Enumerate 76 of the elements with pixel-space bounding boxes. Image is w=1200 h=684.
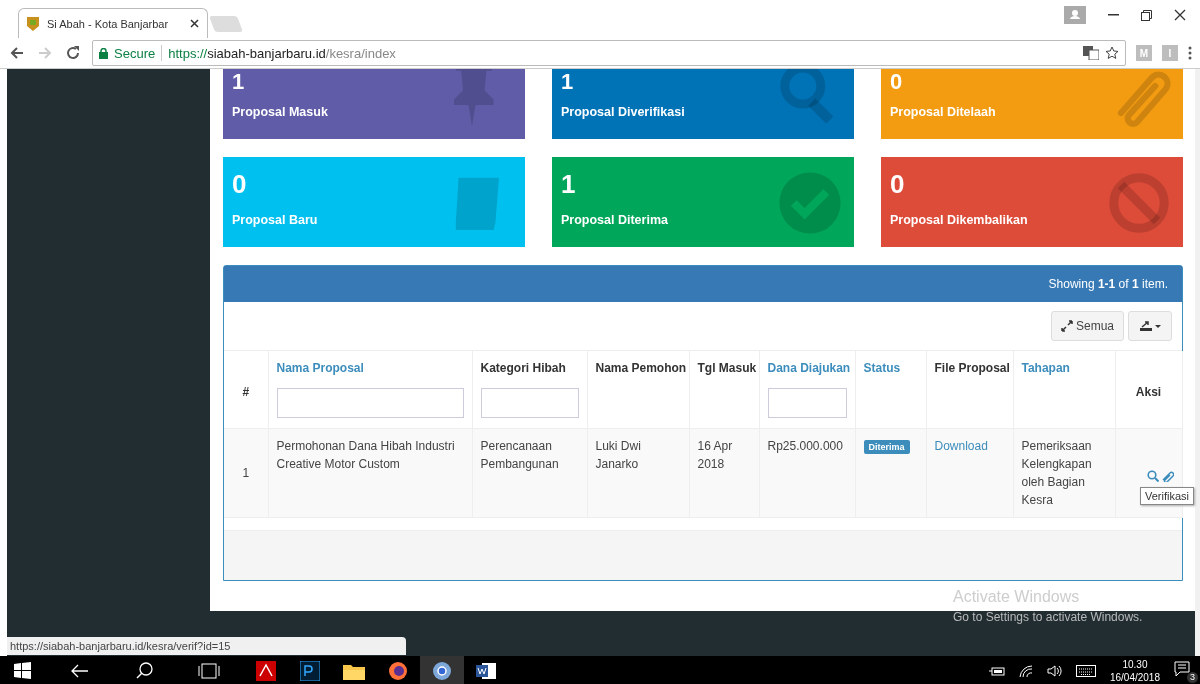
column-header: Nama Pemohon	[595, 361, 687, 375]
filter-field[interactable]	[276, 388, 464, 418]
close-icon[interactable]	[1174, 9, 1186, 21]
column-header: File Proposal	[934, 361, 1010, 375]
extension-button[interactable]: I	[1162, 45, 1178, 61]
column-header[interactable]: Status	[863, 361, 901, 375]
tile-count: 0	[890, 169, 905, 200]
clock-time: 10.30	[1121, 657, 1149, 671]
table-cell: Pemeriksaan Kelengkapan oleh Bagian Kesra	[1021, 439, 1092, 507]
word-icon[interactable]	[476, 660, 496, 681]
tile-count: 1	[561, 69, 574, 95]
taskbar-app[interactable]	[420, 656, 464, 684]
tile-label: Proposal Diterima	[561, 213, 668, 227]
expand-icon	[1060, 320, 1073, 332]
table-cell: 16 Apr 2018	[697, 439, 733, 471]
paperclip-icon[interactable]	[1160, 470, 1174, 482]
tile-label: Proposal Masuk	[232, 105, 328, 119]
close-icon[interactable]	[190, 19, 199, 28]
table-cell: Perencanaan Pembangunan	[480, 439, 559, 471]
tile-label: Proposal Diverifikasi	[561, 105, 685, 119]
extension-button[interactable]: M	[1136, 45, 1152, 61]
minimize-icon[interactable]	[1108, 14, 1119, 16]
photoshop-icon[interactable]	[300, 660, 320, 681]
status-url: https://siabah-banjarbaru.id/kesra/verif?id=15	[7, 637, 406, 655]
tile-count: 1	[561, 169, 576, 200]
tile-count: 0	[890, 69, 903, 95]
battery-icon	[988, 665, 1005, 676]
secure-label: Secure	[114, 45, 156, 61]
volume-icon	[1046, 664, 1062, 677]
column-header: #	[242, 384, 250, 399]
export-icon	[1138, 320, 1162, 332]
search-icon[interactable]	[135, 662, 153, 679]
restore-icon[interactable]	[1141, 9, 1152, 21]
clock-date: 16/04/2018	[1109, 670, 1160, 684]
row-number: 1	[242, 466, 250, 480]
chrome-icon[interactable]	[432, 660, 452, 681]
column-header: Kategori Hibah	[480, 361, 566, 375]
back-arrow-icon[interactable]	[70, 663, 88, 678]
notification-count: 3	[1187, 671, 1198, 683]
url-text: https://siabah-banjarbaru.id/kesra/index	[168, 45, 397, 61]
filter-field[interactable]	[480, 388, 579, 418]
column-header[interactable]: Dana Diajukan	[767, 361, 851, 375]
column-header: Tgl Masuk	[697, 361, 757, 375]
menu-icon[interactable]	[1188, 46, 1192, 60]
browser-tab[interactable]: Si Abah - Kota Banjarbar	[18, 8, 208, 38]
status-badge: Diterima	[863, 440, 910, 454]
column-header: Aksi	[1135, 384, 1162, 399]
tile-label: Proposal Baru	[232, 213, 318, 227]
download-link[interactable]: Download	[934, 439, 988, 453]
pdf-app-icon[interactable]	[256, 660, 276, 681]
column-header[interactable]: Nama Proposal	[276, 361, 364, 375]
table-cell: Permohonan Dana Hibah Industri Creative Motor Custom	[276, 439, 455, 471]
windows-start-icon[interactable]	[13, 662, 31, 679]
tile-count: 1	[232, 69, 245, 95]
crest-icon	[27, 16, 39, 31]
lock-icon	[99, 47, 108, 59]
summary-text: Showing 1-1 of 1 item.	[1048, 277, 1168, 291]
expand-button[interactable]: Semua	[1050, 311, 1124, 341]
tooltip: Verifikasi	[1140, 487, 1195, 505]
wifi-icon	[1018, 664, 1033, 677]
tile-count: 0	[232, 169, 247, 200]
address-bar[interactable]: Secure https://siabah-banjarbaru.id/kesra/index	[92, 40, 1126, 66]
tile-label: Proposal Dikembalikan	[890, 213, 1028, 227]
reload-icon[interactable]	[64, 44, 82, 62]
tile-label: Proposal Ditelaah	[890, 105, 996, 119]
task-view-icon[interactable]	[198, 662, 220, 679]
star-icon[interactable]	[1105, 46, 1119, 60]
column-header[interactable]: Tahapan	[1021, 361, 1070, 375]
filter-field[interactable]	[767, 388, 847, 418]
firefox-icon[interactable]	[388, 660, 408, 681]
table-cell: Rp25.000.000	[767, 439, 843, 453]
keyboard-icon	[1075, 664, 1096, 677]
notification-icon[interactable]	[1174, 660, 1190, 677]
table-cell: Luki Dwi Janarko	[595, 439, 641, 471]
export-button[interactable]	[1128, 311, 1172, 341]
activation-text: Go to Settings to activate Windows.	[953, 610, 1143, 624]
